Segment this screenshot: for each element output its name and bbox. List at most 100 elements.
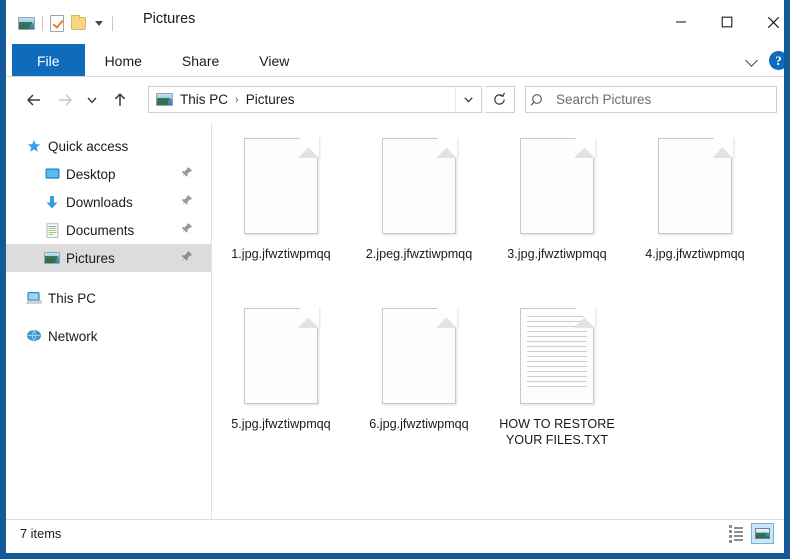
file-item[interactable]: HOW TO RESTORE YOUR FILES.TXT (488, 298, 626, 468)
sidebar-item-downloads[interactable]: Downloads (6, 188, 211, 216)
forward-button[interactable] (49, 77, 80, 122)
sidebar-item-this-pc[interactable]: This PC (6, 284, 211, 312)
large-icons-view-icon (755, 528, 770, 539)
sidebar-item-pictures[interactable]: Pictures (6, 244, 211, 272)
help-icon[interactable]: ? (769, 51, 784, 70)
text-document-icon (520, 307, 595, 404)
view-mode-buttons (724, 523, 774, 544)
window-controls (658, 0, 784, 44)
file-name: 4.jpg.jfwztiwpmqq (645, 247, 745, 261)
quick-access-toolbar (18, 12, 113, 34)
close-button[interactable] (750, 0, 784, 44)
breadcrumb[interactable]: This PC › Pictures (148, 86, 482, 113)
toolbar-divider-2 (112, 15, 113, 31)
file-item[interactable]: 5.jpg.jfwztiwpmqq (212, 298, 350, 468)
breadcrumb-pictures-icon (156, 93, 173, 106)
navigation-pane: Quick access Desktop Downloads Documents… (6, 122, 211, 519)
file-name: 1.jpg.jfwztiwpmqq (231, 247, 331, 261)
blank-document-icon (244, 307, 319, 404)
file-name: 2.jpeg.jfwztiwpmqq (365, 247, 473, 261)
blank-document-icon (244, 137, 319, 234)
search-box[interactable]: Search Pictures (525, 86, 777, 113)
sidebar-item-network[interactable]: Network (6, 322, 211, 350)
blank-document-icon (382, 307, 457, 404)
tab-file[interactable]: File (12, 44, 85, 77)
large-icons-view-button[interactable] (751, 523, 774, 544)
file-item[interactable]: 1.jpg.jfwztiwpmqq (212, 128, 350, 298)
blank-document-icon (520, 137, 595, 234)
file-item[interactable]: 4.jpg.jfwztiwpmqq (626, 128, 764, 298)
pin-icon[interactable] (181, 195, 193, 210)
sidebar-item-label: Pictures (66, 250, 115, 266)
explorer-body: Quick access Desktop Downloads Documents… (6, 122, 784, 519)
file-item[interactable]: 2.jpeg.jfwztiwpmqq (350, 128, 488, 298)
forward-arrow-icon (58, 93, 72, 106)
search-icon (530, 93, 542, 106)
properties-icon[interactable] (50, 14, 64, 32)
address-bar: This PC › Pictures Search Pictures (6, 77, 784, 122)
file-grid: 1.jpg.jfwztiwpmqq 2.jpeg.jfwztiwpmqq 3.j… (212, 128, 784, 468)
blank-document-icon (382, 137, 457, 234)
pin-icon[interactable] (181, 223, 193, 238)
recent-locations-button[interactable] (80, 77, 104, 122)
minimize-icon (676, 21, 686, 23)
refresh-button[interactable] (485, 86, 515, 113)
sidebar-item-label: Documents (66, 222, 135, 238)
this-pc-icon (24, 291, 44, 305)
pin-icon[interactable] (181, 167, 193, 182)
maximize-button[interactable] (704, 0, 750, 44)
breadcrumb-item-pictures[interactable]: Pictures (246, 92, 295, 107)
sidebar-item-quick-access[interactable]: Quick access (6, 132, 211, 160)
chevron-down-icon (464, 97, 473, 103)
file-name: 5.jpg.jfwztiwpmqq (231, 417, 331, 431)
downloads-icon (42, 195, 62, 210)
sidebar-item-label: Downloads (66, 194, 133, 210)
tab-home[interactable]: Home (85, 44, 162, 77)
refresh-icon (494, 92, 506, 105)
close-icon (767, 16, 779, 28)
file-name: 6.jpg.jfwztiwpmqq (369, 417, 469, 431)
toolbar-divider (42, 15, 43, 31)
file-list-view[interactable]: 1.jpg.jfwztiwpmqq 2.jpeg.jfwztiwpmqq 3.j… (212, 122, 784, 519)
breadcrumb-dropdown-button[interactable] (455, 87, 481, 112)
details-view-icon (728, 524, 743, 543)
maximize-icon (721, 16, 733, 28)
file-item[interactable]: 6.jpg.jfwztiwpmqq (350, 298, 488, 468)
file-name: HOW TO RESTORE YOUR FILES.TXT (499, 417, 619, 447)
sidebar-item-label: This PC (48, 290, 97, 306)
minimize-button[interactable] (658, 0, 704, 44)
pin-icon[interactable] (181, 251, 193, 266)
details-view-button[interactable] (724, 523, 747, 544)
window-title: Pictures (143, 11, 196, 27)
tab-share[interactable]: Share (162, 44, 239, 77)
star-icon (24, 139, 44, 153)
item-count-label: 7 items (20, 526, 62, 541)
new-folder-icon[interactable] (71, 14, 86, 30)
search-input[interactable]: Search Pictures (556, 92, 651, 107)
network-icon (24, 329, 44, 343)
ribbon-tab-bar: File Home Share View ? (6, 44, 784, 77)
file-item[interactable]: 3.jpg.jfwztiwpmqq (488, 128, 626, 298)
ribbon-tabs: File Home Share View (12, 44, 309, 77)
desktop-icon (42, 167, 62, 181)
breadcrumb-item-this-pc[interactable]: This PC (180, 92, 228, 107)
tab-view[interactable]: View (239, 44, 309, 77)
title-bar: Pictures (6, 0, 784, 44)
sidebar-item-label: Desktop (66, 166, 116, 182)
up-arrow-icon (114, 92, 125, 106)
sidebar-item-desktop[interactable]: Desktop (6, 160, 211, 188)
pictures-folder-icon[interactable] (18, 16, 35, 30)
file-name: 3.jpg.jfwztiwpmqq (507, 247, 607, 261)
sidebar-item-label: Quick access (48, 138, 129, 154)
documents-icon (42, 222, 62, 238)
sidebar-item-documents[interactable]: Documents (6, 216, 211, 244)
customize-dropdown-icon[interactable] (95, 20, 103, 26)
explorer-window: p c r i s k r i s k . c o m Pictures (0, 0, 790, 559)
chevron-down-icon[interactable] (746, 54, 759, 67)
back-arrow-icon (26, 93, 40, 106)
up-button[interactable] (104, 77, 135, 122)
back-button[interactable] (18, 77, 49, 122)
breadcrumb-separator-1: › (235, 93, 239, 106)
sidebar-item-label: Network (48, 328, 98, 344)
pictures-icon (42, 252, 62, 264)
